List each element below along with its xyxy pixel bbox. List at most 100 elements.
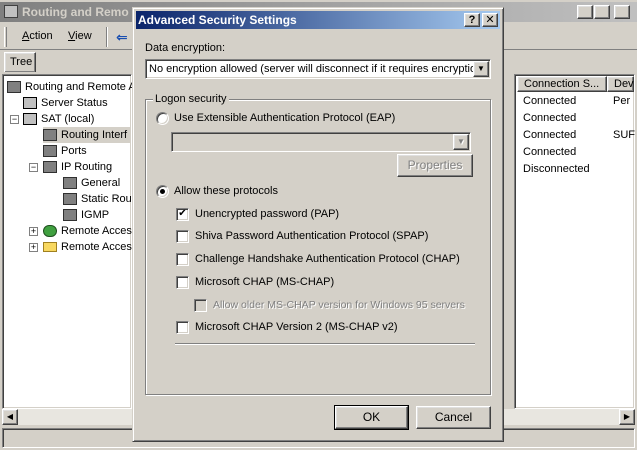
help-button[interactable]: ? [464, 13, 480, 27]
tree-label: Ports [61, 145, 87, 157]
toolbar-separator [106, 27, 108, 47]
ms-chap-win95-label: Allow older MS-CHAP version for Windows … [213, 299, 465, 311]
pap-label[interactable]: Unencrypted password (PAP) [195, 208, 339, 220]
protocols-divider [175, 343, 475, 345]
advanced-security-settings-dialog: Advanced Security Settings ? ✕ Data encr… [132, 7, 504, 442]
dialog-close-button[interactable]: ✕ [482, 13, 498, 27]
scroll-right-button[interactable]: ▶ [619, 409, 635, 425]
tab-tree[interactable]: Tree [4, 52, 36, 72]
list-row[interactable]: Connected [523, 129, 576, 141]
dialog-title-bar: Advanced Security Settings ? ✕ [136, 11, 500, 29]
collapse-toggle[interactable]: − [10, 115, 19, 124]
eap-radio-label[interactable]: Use Extensible Authentication Protocol (… [174, 112, 395, 124]
tree-label: Routing Interf [61, 129, 128, 141]
list-row-device: SUF [613, 129, 635, 141]
list-row[interactable]: Connected [523, 95, 576, 107]
network-icon [43, 129, 57, 142]
row-status: Connected [523, 112, 577, 124]
ok-button[interactable]: OK [334, 405, 409, 430]
computer-icon [7, 81, 21, 94]
row-status: Connected [523, 146, 577, 158]
tree-item-routing-interfaces[interactable]: Routing Interf [43, 127, 132, 143]
tree-item-static-routes[interactable]: Static Rou [63, 191, 132, 207]
eap-properties-button: Properties [397, 154, 473, 177]
network-icon [63, 209, 77, 222]
ms-chap-checkbox[interactable] [176, 276, 189, 289]
tree-label: General [81, 177, 121, 189]
chevron-down-icon[interactable]: ▼ [473, 61, 489, 77]
tree-item-root[interactable]: Routing and Remote A [7, 79, 136, 95]
list-row[interactable]: Connected [523, 146, 576, 158]
tree-item-general[interactable]: General [63, 175, 120, 191]
toolbar-grip [4, 27, 7, 47]
properties-label: Properties [407, 158, 463, 172]
ms-chap-label[interactable]: Microsoft CHAP (MS-CHAP) [195, 276, 334, 288]
tree-label: Remote Acces [61, 241, 132, 253]
back-arrow-icon[interactable]: ⇐ [116, 29, 128, 46]
policy-icon [43, 225, 57, 238]
expand-toggle[interactable]: + [29, 227, 38, 236]
tab-tree-label: Tree [10, 56, 33, 68]
list-row[interactable]: Connected [523, 112, 576, 124]
menu-action[interactable]: Action [22, 30, 53, 42]
tree-item-sat-local[interactable]: SAT (local) [23, 111, 94, 127]
pap-checkbox[interactable]: ✔ [176, 208, 189, 221]
ok-label: OK [362, 410, 381, 424]
list-pane[interactable]: Connection S... Dev Connected Per Connec… [514, 74, 635, 409]
tree-item-ip-routing[interactable]: IP Routing [43, 159, 112, 175]
tree-label: SAT (local) [41, 113, 95, 125]
ms-chap-v2-checkbox[interactable] [176, 321, 189, 334]
collapse-toggle[interactable]: − [29, 163, 38, 172]
menu-view[interactable]: View [68, 30, 92, 42]
tree-label: Remote Acces [61, 225, 132, 237]
scroll-left-button[interactable]: ◀ [2, 409, 18, 425]
chap-label[interactable]: Challenge Handshake Authentication Proto… [195, 253, 460, 265]
allow-protocols-label[interactable]: Allow these protocols [174, 185, 278, 197]
chevron-down-icon: ▼ [453, 134, 469, 150]
eap-radio[interactable] [156, 112, 169, 125]
spap-checkbox[interactable] [176, 230, 189, 243]
tree-pane[interactable]: Routing and Remote A Server Status − SAT… [2, 74, 136, 409]
ms-chap-v2-label[interactable]: Microsoft CHAP Version 2 (MS-CHAP v2) [195, 321, 398, 333]
background-window-title: Routing and Remo [22, 5, 129, 19]
ms-chap-win95-checkbox [194, 299, 207, 312]
column-header-device[interactable]: Dev [607, 76, 634, 92]
folder-icon [43, 242, 57, 253]
data-encryption-value: No encryption allowed (server will disco… [149, 63, 486, 75]
maximize-button[interactable]: □ [594, 5, 610, 19]
tree-item-ports[interactable]: Ports [43, 143, 87, 159]
data-encryption-select[interactable]: No encryption allowed (server will disco… [145, 59, 491, 79]
tree-label: Server Status [41, 97, 108, 109]
network-icon [63, 193, 77, 206]
tree-item-remote-access-policies[interactable]: Remote Acces [43, 223, 132, 239]
expand-toggle[interactable]: + [29, 243, 38, 252]
logon-security-label: Logon security [153, 93, 229, 105]
row-status: Connected [523, 129, 577, 141]
data-encryption-label: Data encryption: [145, 42, 226, 54]
row-status: Connected [523, 95, 577, 107]
tree-label: IGMP [81, 209, 110, 221]
list-row-device: Per [613, 95, 631, 107]
tree-label: Static Rou [81, 193, 132, 205]
tree-label: Routing and Remote A [25, 81, 136, 93]
row-status: Disconnected [523, 163, 590, 175]
chap-checkbox[interactable] [176, 253, 189, 266]
allow-protocols-radio[interactable] [156, 185, 169, 198]
tree-item-remote-access-logging[interactable]: Remote Acces [43, 239, 132, 255]
tree-label: IP Routing [61, 161, 113, 173]
server-icon [23, 113, 37, 126]
server-icon [23, 97, 37, 110]
network-icon [63, 177, 77, 190]
column-header-connection-state[interactable]: Connection S... [517, 76, 607, 92]
tree-item-igmp[interactable]: IGMP [63, 207, 109, 223]
close-button[interactable]: ✕ [614, 5, 630, 19]
network-icon [43, 161, 57, 174]
cancel-label: Cancel [434, 410, 473, 424]
tree-item-server-status[interactable]: Server Status [23, 95, 108, 111]
list-row[interactable]: Disconnected [523, 163, 590, 175]
minimize-button[interactable]: _ [577, 5, 593, 19]
spap-label[interactable]: Shiva Password Authentication Protocol (… [195, 230, 428, 242]
eap-type-select: ▼ [171, 132, 471, 152]
app-icon [4, 5, 18, 18]
cancel-button[interactable]: Cancel [416, 406, 491, 429]
